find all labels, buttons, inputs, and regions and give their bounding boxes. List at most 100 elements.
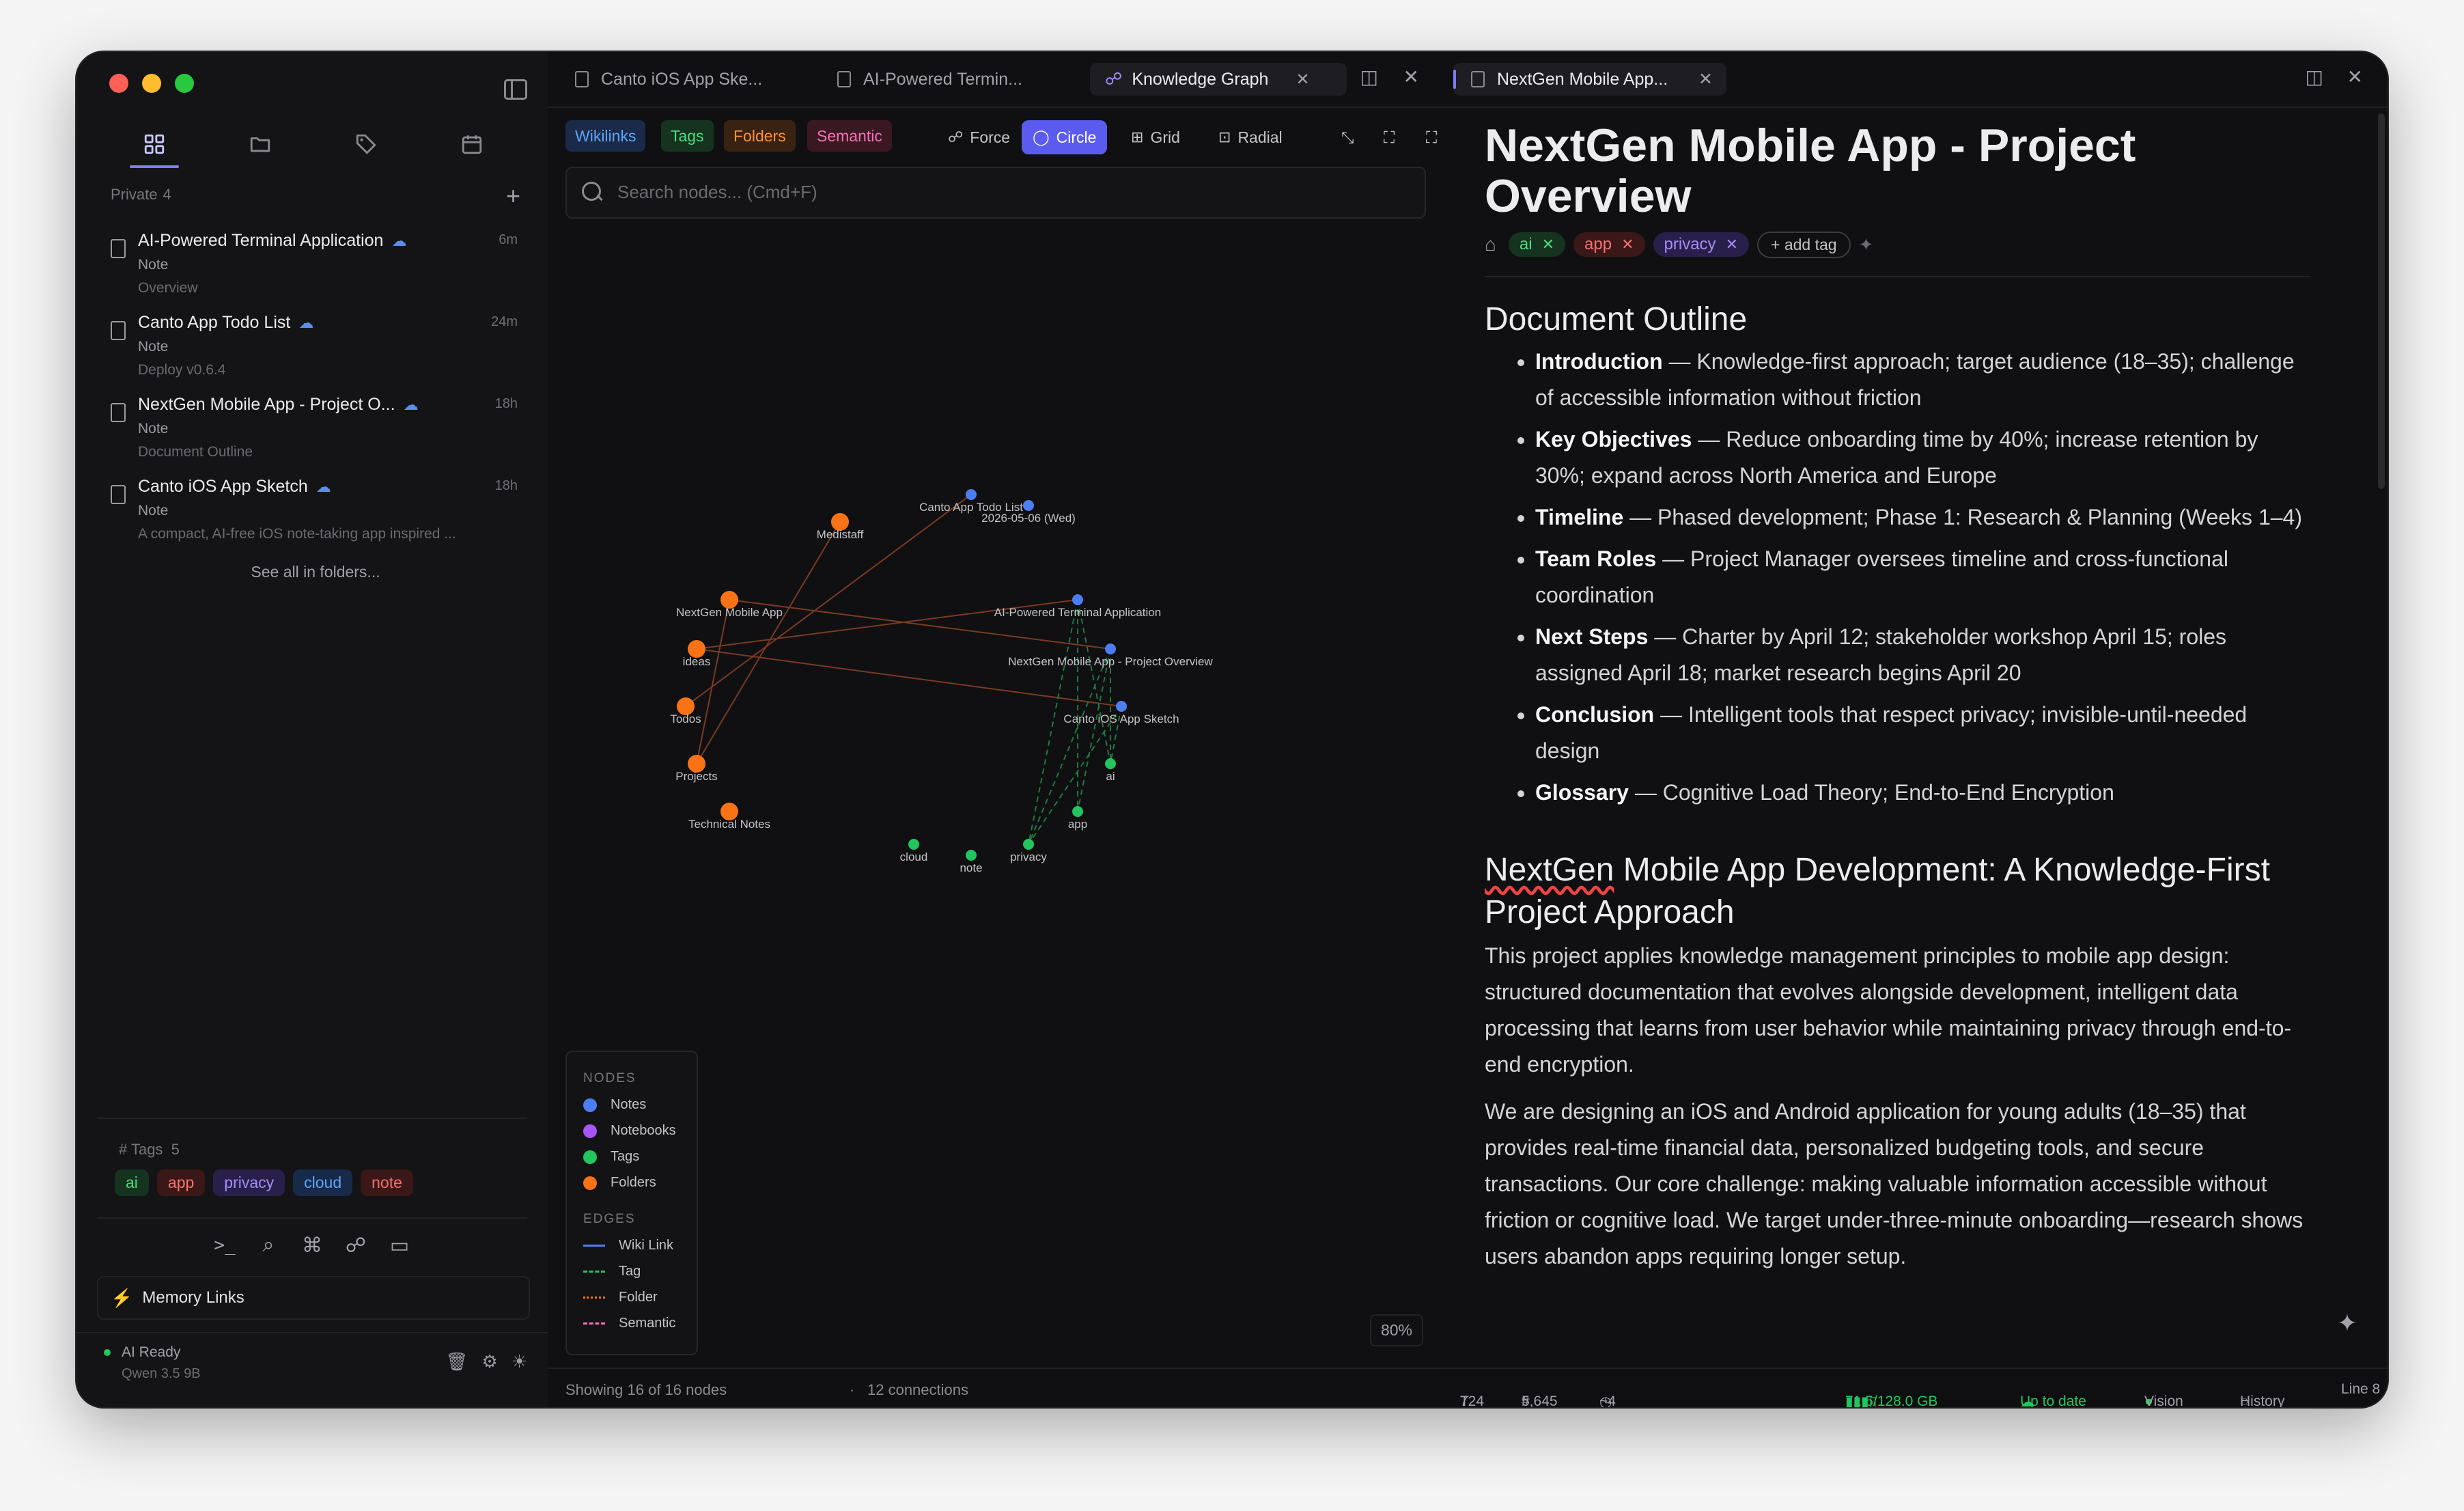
scrollbar[interactable] — [2378, 113, 2385, 489]
list-item[interactable]: Canto App Todo List ☁ 24m Note Deploy v0.… — [111, 313, 520, 395]
layout-circle-button[interactable]: ◯ Circle — [1022, 120, 1108, 154]
layout-grid-button[interactable]: ⊞ Grid — [1120, 120, 1191, 154]
private-section-header[interactable]: Private 4 + — [111, 182, 520, 213]
close-pane-icon[interactable]: ✕ — [1403, 66, 1419, 88]
close-pane-icon[interactable]: ✕ — [2347, 66, 2363, 88]
remove-tag-icon[interactable]: ✕ — [1542, 236, 1554, 253]
tab-folders[interactable] — [207, 120, 313, 168]
graph-node-terminal[interactable] — [1072, 594, 1083, 605]
document-icon — [111, 485, 126, 504]
close-tab-icon[interactable]: ✕ — [1296, 70, 1309, 89]
remove-tag-icon[interactable]: ✕ — [1726, 236, 1738, 253]
graph-node-label: NextGen Mobile App - Project Overview — [1008, 655, 1213, 668]
document-title[interactable]: NextGen Mobile App - Project Overview — [1485, 120, 2311, 221]
document-icon — [111, 321, 126, 340]
tab-terminal-app[interactable]: AI-Powered Termin... — [837, 63, 1022, 96]
graph-edge-folder — [696, 599, 730, 764]
legend-edges-title: EDGES — [583, 1212, 636, 1226]
graph-node-nextgen_overview[interactable] — [1105, 643, 1116, 654]
legend-item-folder-edge: Folder — [583, 1290, 658, 1305]
doc-tag-privacy[interactable]: privacy ✕ — [1653, 232, 1749, 257]
tag-chip-app[interactable]: app — [156, 1169, 206, 1196]
remove-tag-icon[interactable]: ✕ — [1621, 236, 1634, 253]
filter-tags[interactable]: Tags — [661, 120, 714, 152]
word-count-value: 724 — [1460, 1394, 1485, 1407]
add-note-button[interactable]: + — [506, 182, 520, 210]
graph-icon: ☍ — [1105, 70, 1123, 89]
list-item[interactable]: AI-Powered Terminal Application ☁ 6m Note… — [111, 231, 520, 313]
tag-chip-note[interactable]: note — [361, 1169, 413, 1196]
tab-tags[interactable] — [313, 120, 419, 168]
maximize-window-button[interactable] — [175, 74, 194, 93]
fit-view-icon[interactable]: ⛶ — [1378, 120, 1400, 154]
graph-node-label: Canto iOS App Sketch — [1063, 712, 1179, 725]
command-icon[interactable]: ⌘ — [300, 1234, 324, 1257]
tag-label: privacy — [1664, 235, 1716, 253]
sun-icon[interactable]: ☀ — [512, 1351, 527, 1372]
sparkle-icon[interactable]: ✦ — [1859, 234, 1874, 255]
tag-chip-ai[interactable]: ai — [115, 1169, 149, 1196]
filter-semantic[interactable]: Semantic — [807, 120, 892, 152]
ai-assist-sparkle-icon[interactable]: ✦ — [2337, 1309, 2357, 1337]
doc-tag-ai[interactable]: ai ✕ — [1508, 232, 1566, 257]
split-pane-icon[interactable]: ◫ — [2306, 66, 2323, 88]
memory-links-button[interactable]: ⚡ Memory Links — [97, 1276, 530, 1320]
circle-icon: ◯ — [1033, 128, 1050, 145]
split-pane-icon[interactable]: ◫ — [1360, 66, 1378, 88]
doc-tag-app[interactable]: app ✕ — [1573, 232, 1645, 257]
graph-node-todo[interactable] — [966, 489, 977, 500]
sidebar-toggle-icon[interactable] — [504, 79, 527, 100]
add-tag-button[interactable]: + add tag — [1757, 231, 1851, 258]
list-item[interactable]: NextGen Mobile App - Project O... ☁ 18h N… — [111, 395, 520, 477]
graph-node-ai[interactable] — [1105, 758, 1116, 769]
graph-node-sketch[interactable] — [1116, 701, 1127, 712]
tags-header[interactable]: # Tags 5 — [119, 1141, 180, 1159]
close-window-button[interactable] — [109, 74, 128, 93]
tab-grid[interactable] — [101, 120, 207, 168]
tag-chip-privacy[interactable]: privacy — [213, 1169, 285, 1196]
tag-label: app — [1584, 235, 1612, 253]
tab-nextgen-overview[interactable]: NextGen Mobile App... ✕ — [1453, 63, 1726, 96]
search-icon[interactable]: ⌕ — [257, 1234, 280, 1257]
note-type: Note — [138, 339, 169, 355]
graph-node-privacy[interactable] — [1023, 839, 1034, 850]
graph-node-note[interactable] — [966, 850, 977, 861]
tab-label: Canto iOS App Ske... — [601, 69, 763, 89]
outline-term: Timeline — [1535, 505, 1624, 529]
archive-icon[interactable]: ▭ — [388, 1234, 411, 1257]
zoom-level[interactable]: 80% — [1369, 1314, 1423, 1346]
document-pane: NextGen Mobile App... ✕ ◫ ✕ NextGen Mobil… — [1441, 52, 2388, 1407]
layout-force-button[interactable]: ☍ Force — [937, 120, 1021, 154]
shrink-icon[interactable]: ⤡ — [1336, 120, 1359, 154]
fullscreen-icon[interactable]: ⛶ — [1420, 120, 1442, 154]
graph-node-app[interactable] — [1072, 806, 1083, 817]
ai-model-label: Qwen 3.5 9B — [122, 1366, 201, 1381]
close-tab-icon[interactable]: ✕ — [1698, 69, 1713, 89]
legend-label: Tag — [619, 1264, 641, 1279]
terminal-icon[interactable]: >_ — [213, 1234, 236, 1257]
minimize-window-button[interactable] — [142, 74, 161, 93]
list-item[interactable]: Canto iOS App Sketch ☁ 18h Note A compact… — [111, 477, 520, 559]
filter-folders[interactable]: Folders — [724, 120, 796, 152]
tag-chip-cloud[interactable]: cloud — [293, 1169, 353, 1196]
cloud-icon: ☁ — [391, 232, 407, 249]
gear-icon[interactable]: ⚙ — [481, 1351, 497, 1372]
legend-item-semantic-edge: Semantic — [583, 1316, 675, 1331]
sidebar-toolbar: >_ ⌕ ⌘ ☍ ▭ — [213, 1234, 411, 1257]
tab-knowledge-graph[interactable]: ☍ Knowledge Graph ✕ — [1090, 63, 1347, 96]
list-item: Next Steps — Charter by April 12; stakeh… — [1535, 619, 2311, 691]
note-type: Note — [138, 257, 169, 273]
share-graph-icon[interactable]: ☍ — [344, 1234, 367, 1257]
tab-canto-sketch[interactable]: Canto iOS App Ske... — [575, 63, 762, 96]
layout-radial-button[interactable]: ⊡ Radial — [1207, 120, 1293, 154]
legend-label: Folder — [619, 1290, 658, 1305]
tab-calendar[interactable] — [419, 120, 524, 168]
graph-node-cloud[interactable] — [908, 839, 919, 850]
trash-icon[interactable]: 🗑 — [445, 1351, 468, 1372]
graph-node-date[interactable] — [1023, 500, 1034, 511]
filter-wikilinks[interactable]: Wikilinks — [565, 120, 646, 152]
search-input[interactable] — [616, 178, 1370, 206]
see-all-link[interactable]: See all in folders... — [111, 563, 520, 581]
misspelled-word[interactable]: NextGen — [1485, 852, 1614, 888]
document-content[interactable]: NextGen Mobile App - Project Overview ⌂ … — [1485, 120, 2311, 1286]
